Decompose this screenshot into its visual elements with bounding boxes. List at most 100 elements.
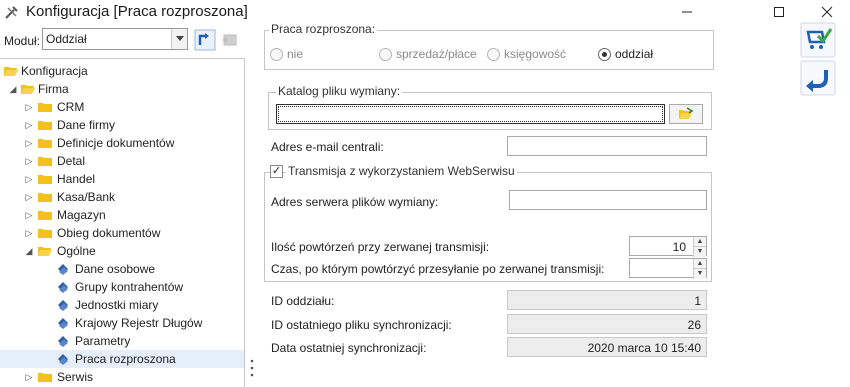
katalog-legend: Katalog pliku wymiany:: [276, 84, 403, 98]
webservice-checkbox-label: Transmisja z wykorzystaniem WebSerwisu: [286, 164, 517, 178]
refresh-icon[interactable]: [194, 29, 216, 51]
branch-id-label: ID oddziału:: [271, 294, 335, 308]
tree-item-label: Handel: [57, 172, 96, 186]
expand-icon[interactable]: ▷: [24, 137, 34, 149]
radio-ksiegowosc[interactable]: księgowość: [487, 47, 566, 61]
tree-item-obieg-dokumentow[interactable]: ▷ Obieg dokumentów: [0, 224, 244, 242]
spin-up-icon[interactable]: ▲: [694, 259, 706, 268]
webservice-checkbox[interactable]: ✓: [270, 165, 283, 178]
retry-time-stepper[interactable]: ▲ ▼: [629, 258, 707, 279]
tree-item-label: Dane firmy: [57, 118, 116, 132]
tree-item-label: Praca rozproszona: [75, 352, 176, 366]
tree-item-firma[interactable]: ◢ Firma: [0, 80, 244, 98]
retries-stepper[interactable]: 10 ▲ ▼: [629, 236, 707, 257]
folder-icon: [38, 121, 52, 130]
last-sync-file-field: 26: [507, 314, 707, 334]
radio-label: sprzedaż/płace: [396, 47, 477, 61]
folder-icon: [38, 103, 52, 112]
settings-page-icon: [58, 354, 68, 365]
email-label: Adres e-mail centrali:: [271, 140, 384, 154]
tree-item-definicje-dokumentow[interactable]: ▷ Definicje dokumentów: [0, 134, 244, 152]
expand-icon[interactable]: ▷: [24, 173, 34, 185]
retry-time-spin[interactable]: ▲ ▼: [693, 259, 706, 279]
tree-item-parametry[interactable]: Parametry: [0, 332, 244, 350]
folder-icon: [38, 175, 52, 184]
tree-item-konfiguracja[interactable]: Konfiguracja: [0, 62, 244, 80]
expand-icon[interactable]: ▷: [24, 101, 34, 113]
spin-down-icon[interactable]: ▼: [694, 269, 706, 278]
spin-up-icon[interactable]: ▲: [694, 237, 706, 246]
expand-icon[interactable]: ▷: [24, 191, 34, 203]
radio-nie[interactable]: nie: [270, 47, 303, 61]
minimize-button[interactable]: [664, 0, 710, 24]
tree-item-label: Ogólne: [57, 244, 96, 258]
folder-open-icon: [679, 107, 694, 119]
tree-item-label: Kasa/Bank: [57, 190, 116, 204]
collapse-icon[interactable]: ◢: [24, 245, 34, 257]
tree-item-praca-rozproszona[interactable]: Praca rozproszona: [0, 350, 244, 368]
expand-icon[interactable]: ▷: [24, 209, 34, 221]
tree-item-krajowy-rejestr-dlugow[interactable]: Krajowy Rejestr Długów: [0, 314, 244, 332]
title-bar: Konfiguracja [Praca rozproszona]: [0, 0, 850, 24]
spin-down-icon[interactable]: ▼: [694, 247, 706, 256]
tree-item-label: Definicje dokumentów: [57, 136, 175, 150]
tree-item-label: Grupy kontrahentów: [75, 280, 184, 294]
last-sync-date-label: Data ostatniej synchronizacji:: [271, 341, 427, 355]
radio-label: oddział: [615, 47, 654, 61]
folder-icon: [38, 193, 52, 202]
splitter-handle[interactable]: [250, 358, 254, 378]
radio-label: nie: [287, 47, 304, 61]
tree-item-label: Obieg dokumentów: [57, 226, 161, 240]
branch-id-value: 1: [694, 294, 701, 308]
folder-icon: [38, 229, 52, 238]
radio-oddzial[interactable]: oddział: [598, 47, 653, 61]
tree-item-label: Dane osobowe: [75, 262, 156, 276]
tree-item-grupy-kontrahentow[interactable]: Grupy kontrahentów: [0, 278, 244, 296]
expand-icon[interactable]: ▷: [24, 227, 34, 239]
tree-item-kasa-bank[interactable]: ▷ Kasa/Bank: [0, 188, 244, 206]
tree-item-label: Jednostki miary: [75, 298, 159, 312]
config-tree[interactable]: Konfiguracja ◢ Firma ▷ CRM ▷ Dane firmy …: [0, 58, 245, 387]
tree-item-jednostki-miary[interactable]: Jednostki miary: [0, 296, 244, 314]
last-sync-date-value: 2020 marca 10 15:40: [587, 341, 701, 355]
module-select[interactable]: Oddział: [42, 28, 188, 50]
chevron-down-icon[interactable]: [171, 29, 187, 49]
email-input[interactable]: [507, 136, 707, 156]
tree-item-ogolne[interactable]: ◢ Ogólne: [0, 242, 244, 260]
radio-circle: [487, 47, 500, 61]
settings-page-icon: [58, 318, 68, 329]
tools-icon: [5, 6, 18, 19]
collapse-icon[interactable]: ◢: [8, 83, 18, 95]
copy-icon[interactable]: [219, 29, 241, 51]
tree-item-handel[interactable]: ▷ Handel: [0, 170, 244, 188]
module-select-value: Oddział: [46, 32, 87, 46]
expand-icon[interactable]: ▷: [24, 371, 34, 383]
undo-button[interactable]: [800, 60, 836, 96]
save-button[interactable]: [800, 22, 836, 58]
katalog-input[interactable]: [276, 104, 665, 124]
server-label: Adres serwera plików wymiany:: [271, 195, 439, 209]
server-input[interactable]: [509, 190, 707, 210]
folder-open-icon: [4, 67, 18, 76]
browse-folder-button[interactable]: [669, 104, 703, 124]
tree-item-label: Detal: [57, 154, 86, 168]
tree-item-crm[interactable]: ▷ CRM: [0, 98, 244, 116]
expand-icon[interactable]: ▷: [24, 119, 34, 131]
settings-page-icon: [58, 282, 68, 293]
expand-icon[interactable]: ▷: [24, 155, 34, 167]
folder-open-icon: [21, 85, 35, 94]
tree-item-serwis[interactable]: ▷ Serwis: [0, 368, 244, 386]
last-sync-file-value: 26: [687, 318, 701, 332]
radio-label: księgowość: [504, 47, 567, 61]
close-button[interactable]: [804, 0, 850, 24]
tree-item-magazyn[interactable]: ▷ Magazyn: [0, 206, 244, 224]
folder-icon: [38, 139, 52, 148]
tree-item-dane-osobowe[interactable]: Dane osobowe: [0, 260, 244, 278]
radio-sprzedaz-place[interactable]: sprzedaż/płace: [379, 47, 477, 61]
tree-item-detal[interactable]: ▷ Detal: [0, 152, 244, 170]
retries-spin[interactable]: ▲ ▼: [693, 237, 706, 257]
maximize-button[interactable]: [756, 0, 802, 24]
folder-icon: [38, 373, 52, 382]
tree-item-dane-firmy[interactable]: ▷ Dane firmy: [0, 116, 244, 134]
tree-item-label: Krajowy Rejestr Długów: [75, 316, 203, 330]
